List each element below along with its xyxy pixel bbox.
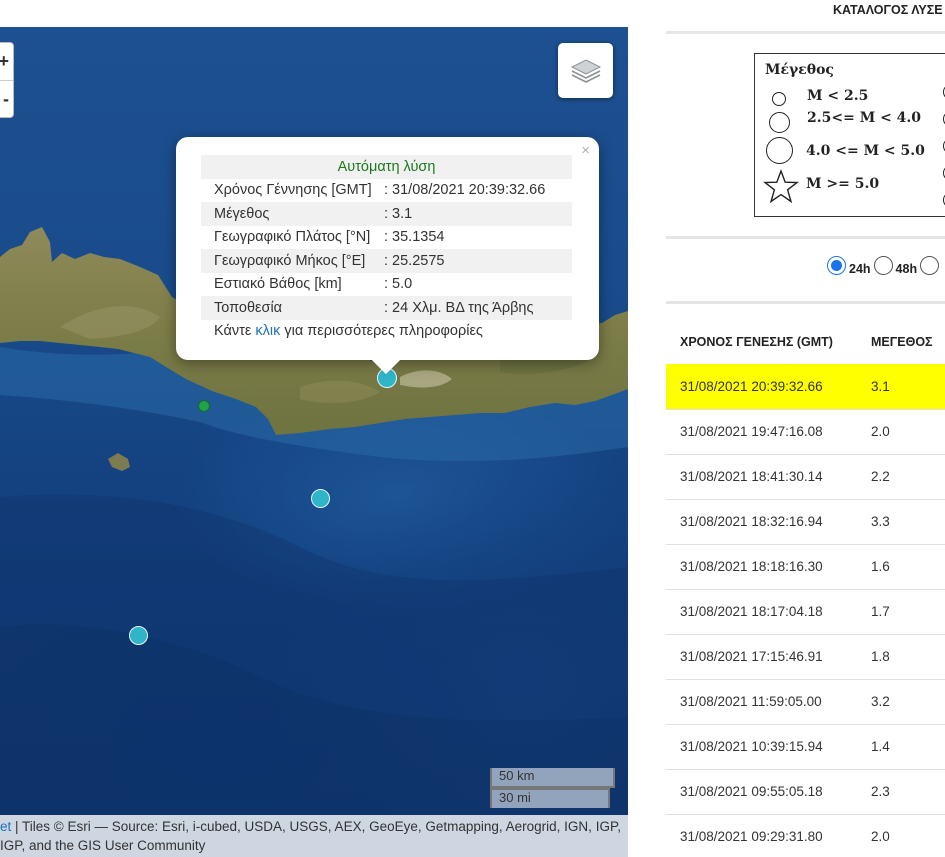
row-time: 31/08/2021 18:17:04.18 <box>680 604 823 619</box>
zoom-in-button[interactable]: + <box>0 43 13 80</box>
popup-value: : 35.1354 <box>384 229 445 246</box>
table-row[interactable]: 31/08/2021 18:41:30.14 2.2 <box>666 454 945 499</box>
popup-label: Μέγεθος <box>201 202 384 226</box>
earthquake-marker[interactable] <box>198 400 210 412</box>
more-info-link[interactable]: κλικ <box>255 323 280 339</box>
layers-button[interactable] <box>558 43 613 98</box>
row-magnitude: 2.0 <box>871 424 890 439</box>
more-suffix: για περισσότερες πληροφορίες <box>280 323 483 340</box>
table-row[interactable]: 31/08/2021 20:39:32.66 3.1 <box>666 364 945 409</box>
events-table: ΧΡΟΝΟΣ ΓΕΝΕΣΗΣ (GMT) ΜΕΓΕΘΟΣ 31/08/2021 … <box>666 320 945 857</box>
leaflet-link[interactable]: et <box>0 819 11 834</box>
popup-value: : 25.2575 <box>384 249 572 273</box>
row-time: 31/08/2021 09:55:05.18 <box>680 784 823 799</box>
zoom-out-button[interactable]: - <box>0 80 13 117</box>
legend-item: 2.5<= M < 4.0 <box>807 110 922 126</box>
divider <box>666 236 945 239</box>
radio-other[interactable] <box>920 256 940 275</box>
row-time: 31/08/2021 18:41:30.14 <box>680 469 823 484</box>
circle-large-icon <box>766 137 793 164</box>
legend-item: 4.0 <= M < 5.0 <box>806 143 925 159</box>
row-time: 31/08/2021 18:18:16.30 <box>680 559 823 574</box>
radio-label-24h: 24h <box>849 261 871 276</box>
popup-label: Γεωγραφικό Μήκος [°E] <box>201 249 384 273</box>
legend-item: M < 2.5 <box>807 88 869 104</box>
row-magnitude: 2.2 <box>871 469 890 484</box>
table-row[interactable]: 31/08/2021 11:59:05.00 3.2 <box>666 679 945 724</box>
table-row[interactable]: 31/08/2021 19:47:16.08 2.0 <box>666 409 945 454</box>
radio-24h[interactable] <box>827 256 846 275</box>
event-popup: × Αυτόματη λύση Χρόνος Γέννησης [GMT] : 3… <box>176 137 599 375</box>
catalog-panel: ΚΑΤΑΛΟΓΟΣ ΛΥΣΕ Μέγεθος M < 2.5 2.5<= M <… <box>666 0 945 857</box>
row-magnitude: 2.3 <box>871 784 890 799</box>
row-magnitude: 1.8 <box>871 649 890 664</box>
radio-48h[interactable] <box>873 256 893 275</box>
circle-medium-icon <box>769 112 790 133</box>
row-time: 31/08/2021 10:39:15.94 <box>680 739 823 754</box>
radio-label-48h: 48h <box>895 261 918 276</box>
layers-icon <box>570 58 601 83</box>
time-range-selector: 24h 48h <box>827 256 940 276</box>
popup-value: : 5.0 <box>384 276 413 293</box>
table-row[interactable]: 31/08/2021 18:32:16.94 3.3 <box>666 499 945 544</box>
scale-bar-mi: 30 mi <box>490 788 610 808</box>
circle-small-icon <box>772 92 786 106</box>
row-magnitude: 1.7 <box>871 604 890 619</box>
table-header: ΧΡΟΝΟΣ ΓΕΝΕΣΗΣ (GMT) ΜΕΓΕΘΟΣ <box>666 320 945 364</box>
catalog-title: ΚΑΤΑΛΟΓΟΣ ΛΥΣΕ <box>833 3 943 17</box>
row-time: 31/08/2021 19:47:16.08 <box>680 424 823 439</box>
star-icon <box>763 169 799 204</box>
attribution-text-2: IGP, and the GIS User Community <box>0 838 206 853</box>
earthquake-marker[interactable] <box>129 626 148 645</box>
header-time: ΧΡΟΝΟΣ ΓΕΝΕΣΗΣ (GMT) <box>680 335 833 349</box>
row-magnitude: 3.1 <box>871 379 890 394</box>
table-row[interactable]: 31/08/2021 09:29:31.80 2.0 <box>666 814 945 857</box>
popup-label: Χρόνος Γέννησης [GMT] <box>214 182 372 199</box>
table-row[interactable]: 31/08/2021 09:55:05.18 2.3 <box>666 769 945 814</box>
earthquake-marker[interactable] <box>311 489 330 508</box>
row-time: 31/08/2021 20:39:32.66 <box>680 379 823 394</box>
popup-label: Εστιακό Βάθος [km] <box>214 276 342 293</box>
popup-value: : 24 Χλμ. ΒΔ της Άρβης <box>384 296 572 320</box>
row-magnitude: 1.4 <box>871 739 890 754</box>
table-row[interactable]: 31/08/2021 18:18:16.30 1.6 <box>666 544 945 589</box>
popup-close-button[interactable]: × <box>581 142 590 159</box>
popup-more-info: Κάντε κλικ για περισσότερες πληροφορίες <box>201 320 572 344</box>
table-row[interactable]: 31/08/2021 18:17:04.18 1.7 <box>666 589 945 634</box>
row-magnitude: 3.3 <box>871 514 890 529</box>
row-time: 31/08/2021 18:32:16.94 <box>680 514 823 529</box>
row-time: 31/08/2021 09:29:31.80 <box>680 829 823 844</box>
map-attribution: et | Tiles © Esri — Source: Esri, i-cube… <box>0 815 628 857</box>
row-time: 31/08/2021 17:15:46.91 <box>680 649 823 664</box>
row-magnitude: 2.0 <box>871 829 890 844</box>
popup-value: : 3.1 <box>384 202 572 226</box>
divider <box>666 31 945 34</box>
row-time: 31/08/2021 11:59:05.00 <box>680 694 822 709</box>
table-row[interactable]: 31/08/2021 17:15:46.91 1.8 <box>666 634 945 679</box>
popup-value: : 31/08/2021 20:39:32.66 <box>384 182 546 199</box>
legend-title: Μέγεθος <box>765 62 834 78</box>
popup-label: Τοποθεσία <box>201 296 384 320</box>
row-magnitude: 1.6 <box>871 559 890 574</box>
map-view[interactable]: + - × Αυτόματη λύση Χρόνος Γέννησης [GMT… <box>0 27 628 857</box>
popup-label: Γεωγραφικό Πλάτος [°N] <box>214 229 371 246</box>
table-row[interactable]: 31/08/2021 10:39:15.94 1.4 <box>666 724 945 769</box>
popup-details: Αυτόματη λύση Χρόνος Γέννησης [GMT] : 31/… <box>201 155 572 343</box>
more-prefix: Κάντε <box>214 323 256 340</box>
magnitude-legend: Μέγεθος M < 2.5 2.5<= M < 4.0 4.0 <= M <… <box>754 53 945 217</box>
legend-item: M >= 5.0 <box>806 176 880 192</box>
zoom-control: + - <box>0 42 14 118</box>
popup-title: Αυτόματη λύση <box>201 155 572 179</box>
divider <box>666 301 945 304</box>
header-magnitude: ΜΕΓΕΘΟΣ <box>871 335 933 349</box>
scale-bar-km: 50 km <box>490 768 615 788</box>
row-magnitude: 3.2 <box>871 694 890 709</box>
attribution-text: | Tiles © Esri — Source: Esri, i-cubed, … <box>11 819 621 834</box>
